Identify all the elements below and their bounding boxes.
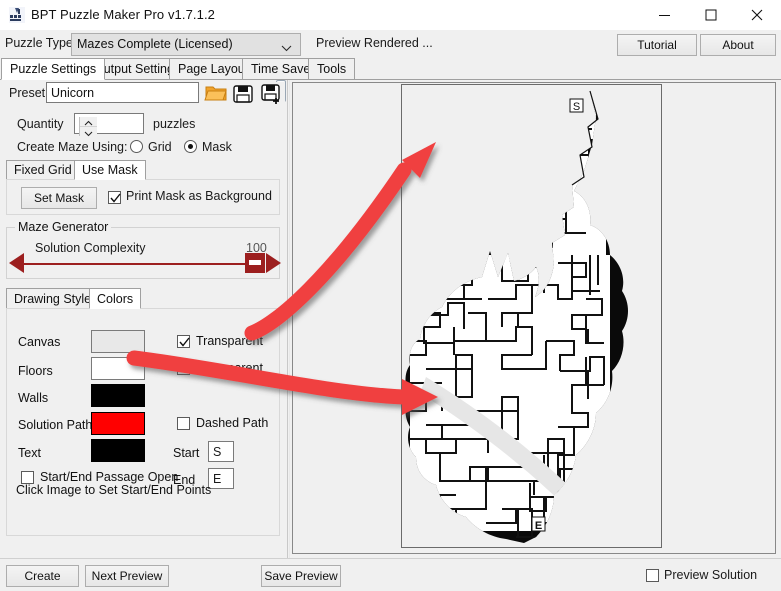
floors-color-swatch[interactable] bbox=[91, 357, 145, 380]
print-mask-label: Print Mask as Background bbox=[126, 189, 272, 203]
quantity-units-label: puzzles bbox=[153, 117, 196, 131]
floors-transparent-label: Transparent bbox=[196, 361, 263, 375]
stepper-up-icon[interactable] bbox=[80, 117, 97, 127]
create-button[interactable]: Create bbox=[6, 565, 79, 587]
chevron-down-icon bbox=[281, 41, 292, 55]
pane-divider bbox=[287, 80, 288, 558]
dashed-path-label: Dashed Path bbox=[196, 416, 269, 430]
puzzle-type-value: Mazes Complete (Licensed) bbox=[77, 37, 233, 51]
start-end-hint: Click Image to Set Start/End Points bbox=[16, 483, 212, 497]
dashed-path-checkbox[interactable] bbox=[177, 417, 190, 430]
close-button[interactable] bbox=[734, 0, 780, 30]
title-bar: BPT Puzzle Maker Pro v1.7.1.2 bbox=[0, 0, 781, 30]
preview-solution-label: Preview Solution bbox=[664, 568, 758, 582]
quantity-input[interactable]: 20 bbox=[74, 113, 144, 137]
start-marker-input[interactable]: S bbox=[208, 441, 234, 462]
passage-open-label: Start/End Passage Open bbox=[40, 470, 179, 484]
svg-text:E: E bbox=[535, 520, 542, 532]
start-marker-value: S bbox=[213, 445, 222, 459]
walls-label: Walls bbox=[18, 391, 49, 405]
bpt-app-icon bbox=[8, 6, 26, 24]
svg-text:S: S bbox=[573, 101, 580, 113]
preview-solution-checkbox[interactable] bbox=[646, 569, 659, 582]
floors-label: Floors bbox=[18, 364, 53, 378]
quantity-stepper[interactable] bbox=[79, 117, 97, 137]
maximize-button[interactable] bbox=[688, 0, 734, 30]
radio-mask-label: Mask bbox=[202, 140, 232, 154]
about-button[interactable]: About bbox=[700, 34, 776, 56]
canvas-transparent-checkbox[interactable] bbox=[177, 335, 190, 348]
mask-tab-strip: Fixed Grid Use Mask bbox=[6, 160, 280, 180]
slider-thumb[interactable] bbox=[245, 253, 265, 273]
solution-path-color-swatch[interactable] bbox=[91, 412, 145, 435]
floors-transparent-checkbox[interactable] bbox=[177, 362, 190, 375]
maze-end-marker: E bbox=[531, 516, 546, 532]
tab-colors[interactable]: Colors bbox=[89, 288, 142, 309]
set-mask-button[interactable]: Set Mask bbox=[21, 187, 97, 209]
solution-complexity-label: Solution Complexity bbox=[35, 241, 146, 255]
start-label: Start bbox=[173, 446, 200, 460]
tutorial-button[interactable]: Tutorial bbox=[617, 34, 697, 56]
canvas-label: Canvas bbox=[18, 335, 61, 349]
tab-fixed-grid[interactable]: Fixed Grid bbox=[6, 160, 80, 180]
radio-mask-dot bbox=[188, 144, 193, 149]
colors-panel: Canvas Floors Walls Solution Path Text T… bbox=[6, 308, 280, 536]
preset-open-button[interactable] bbox=[203, 82, 229, 105]
save-preview-button[interactable]: Save Preview bbox=[261, 565, 341, 587]
tab-puzzle-settings[interactable]: Puzzle Settings bbox=[1, 58, 106, 80]
walls-color-swatch[interactable] bbox=[91, 384, 145, 407]
print-mask-checkbox[interactable] bbox=[108, 191, 121, 204]
end-marker-value: E bbox=[213, 472, 222, 486]
tab-drawing-style[interactable]: Drawing Style bbox=[6, 288, 100, 309]
slider-decrease-icon[interactable] bbox=[8, 252, 26, 277]
text-label: Text bbox=[18, 446, 41, 460]
solution-path-label: Solution Path bbox=[18, 418, 93, 432]
solution-complexity-slider[interactable] bbox=[22, 263, 256, 265]
maze-generator-title: Maze Generator bbox=[15, 220, 112, 234]
maze-start-marker: S bbox=[569, 98, 584, 113]
render-status-text: Preview Rendered ... bbox=[316, 36, 433, 50]
end-marker-input[interactable]: E bbox=[208, 468, 234, 489]
slider-increase-icon[interactable] bbox=[264, 252, 282, 277]
mask-panel: Set Mask Print Mask as Background bbox=[6, 179, 280, 215]
radio-mask[interactable] bbox=[184, 140, 197, 153]
text-color-swatch[interactable] bbox=[91, 439, 145, 462]
preset-input[interactable]: Unicorn bbox=[46, 82, 199, 103]
next-preview-button[interactable]: Next Preview bbox=[85, 565, 169, 587]
style-tab-strip: Drawing Style Colors bbox=[6, 288, 280, 309]
preset-value: Unicorn bbox=[51, 86, 95, 100]
tab-use-mask[interactable]: Use Mask bbox=[74, 160, 146, 180]
quantity-label: Quantity bbox=[17, 117, 64, 131]
puzzle-type-label: Puzzle Type bbox=[5, 36, 73, 50]
pane-divider-highlight bbox=[289, 80, 290, 558]
radio-grid-label: Grid bbox=[148, 140, 172, 154]
canvas-color-swatch[interactable] bbox=[91, 330, 145, 353]
main-tab-strip: Puzzle Settings Output Settings Page Lay… bbox=[0, 58, 781, 80]
tab-tools[interactable]: Tools bbox=[308, 58, 356, 80]
application-window: BPT Puzzle Maker Pro v1.7.1.2 Puzzle Typ… bbox=[0, 0, 781, 591]
radio-grid[interactable] bbox=[130, 140, 143, 153]
window-title: BPT Puzzle Maker Pro v1.7.1.2 bbox=[31, 7, 216, 22]
preset-label: Preset bbox=[9, 86, 46, 100]
minimize-button[interactable] bbox=[642, 0, 688, 30]
preset-save-button[interactable] bbox=[230, 82, 256, 105]
maze-preview-canvas[interactable]: S E bbox=[401, 84, 662, 548]
preset-save-as-button[interactable] bbox=[259, 82, 285, 105]
canvas-transparent-label: Transparent bbox=[196, 334, 263, 348]
create-maze-label: Create Maze Using: bbox=[17, 140, 128, 154]
unicorn-maze-image: S E bbox=[402, 85, 661, 547]
puzzle-type-select[interactable]: Mazes Complete (Licensed) bbox=[71, 33, 301, 56]
stepper-down-icon[interactable] bbox=[80, 127, 97, 137]
